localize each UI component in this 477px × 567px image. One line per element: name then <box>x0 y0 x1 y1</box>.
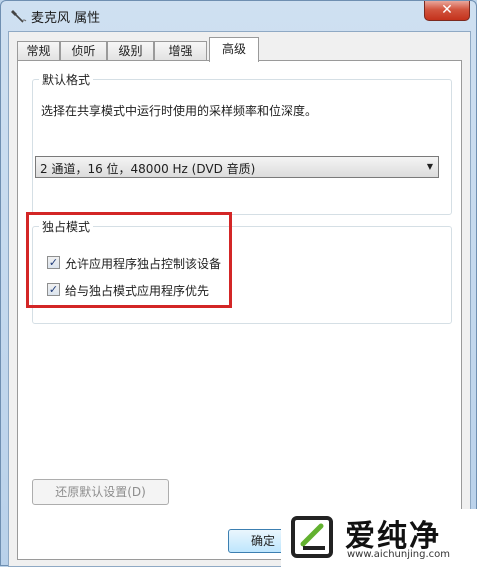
tab-listen[interactable]: 侦听 <box>60 41 107 61</box>
exclusive-mode-label: 独占模式 <box>39 218 94 235</box>
dialog-client-area: 常规 侦听 级别 增强 高级 默认格式 选择在共享模式中运行时使用的采样频率和位… <box>8 31 471 567</box>
chevron-down-icon: ▼ <box>426 162 434 171</box>
close-icon: ✕ <box>441 2 453 18</box>
sample-format-dropdown[interactable]: 2 通道，16 位，48000 Hz (DVD 音质) ▼ <box>35 156 439 178</box>
sample-format-value: 2 通道，16 位，48000 Hz (DVD 音质) <box>40 162 256 176</box>
tab-advanced[interactable]: 高级 <box>209 37 259 62</box>
default-format-group: 默认格式 选择在共享模式中运行时使用的采样频率和位深度。 2 通道，16 位，4… <box>32 71 452 215</box>
exclusive-mode-group: 独占模式 ✓ 允许应用程序独占控制该设备 ✓ 给与独占模式应用程序优先 <box>32 218 452 324</box>
tab-general[interactable]: 常规 <box>17 41 60 61</box>
tab-enhancements[interactable]: 增强 <box>154 41 207 61</box>
close-button[interactable]: ✕ <box>424 1 470 21</box>
allow-exclusive-label: 允许应用程序独占控制该设备 <box>65 257 222 271</box>
watermark: 爱纯净 www.aichunjing.com <box>281 509 477 567</box>
tab-levels[interactable]: 级别 <box>107 41 154 61</box>
exclusive-priority-label: 给与独占模式应用程序优先 <box>65 284 210 298</box>
microphone-icon <box>9 7 27 25</box>
allow-exclusive-checkbox[interactable]: ✓ <box>47 256 60 269</box>
default-format-description: 选择在共享模式中运行时使用的采样频率和位深度。 <box>41 104 318 118</box>
default-format-label: 默认格式 <box>39 71 94 88</box>
properties-window: 麦克风 属性 ✕ 常规 侦听 级别 增强 高级 默认格式 选择在共享模式中运行时… <box>0 0 477 567</box>
window-title: 麦克风 属性 <box>31 11 101 26</box>
brand-logo-icon <box>289 514 335 560</box>
tab-panel-advanced: 默认格式 选择在共享模式中运行时使用的采样频率和位深度。 2 通道，16 位，4… <box>17 60 462 560</box>
watermark-url: www.aichunjing.com <box>347 549 450 560</box>
restore-defaults-button[interactable]: 还原默认设置(D) <box>32 479 169 505</box>
title-bar[interactable]: 麦克风 属性 ✕ <box>1 1 476 31</box>
exclusive-priority-checkbox[interactable]: ✓ <box>47 283 60 296</box>
